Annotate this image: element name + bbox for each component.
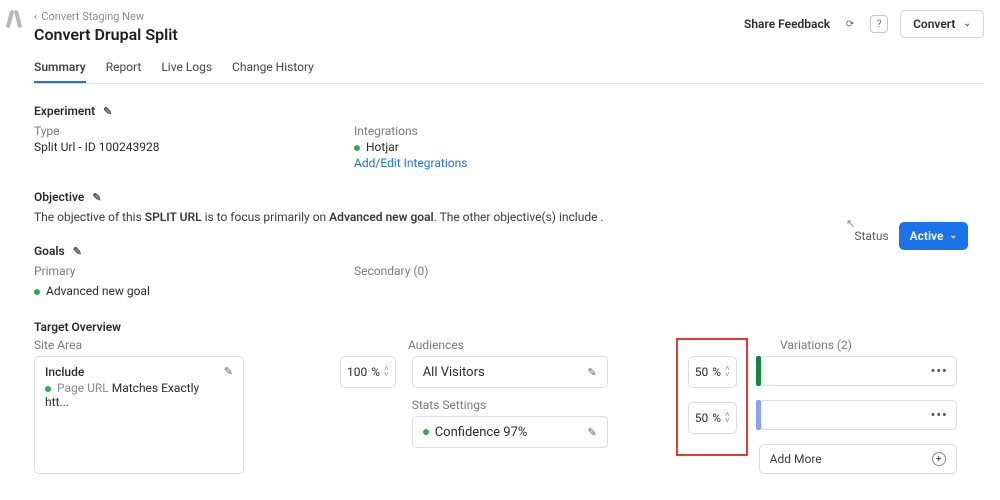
edit-objective-icon[interactable]: ✎ <box>92 191 101 204</box>
variation-card-2[interactable]: ••• <box>759 400 957 430</box>
variation-card-1[interactable]: ••• <box>759 356 957 386</box>
tabbar: Summary Report Live Logs Change History <box>34 60 984 84</box>
tab-report[interactable]: Report <box>106 60 142 83</box>
status-value: Active <box>910 229 944 243</box>
objective-heading: Objective <box>34 190 84 204</box>
tab-change-history[interactable]: Change History <box>232 60 314 83</box>
variation-bar-1 <box>756 356 761 386</box>
convert-dropdown[interactable]: Convert ⌄ <box>900 10 984 38</box>
secondary-label: Secondary (0) <box>354 264 428 278</box>
integrations-label: Integrations <box>354 124 984 138</box>
status-dropdown[interactable]: Active ⌄ <box>899 222 968 250</box>
tab-live-logs[interactable]: Live Logs <box>161 60 212 83</box>
status-dot-icon <box>423 429 429 435</box>
more-icon[interactable]: ••• <box>931 364 948 379</box>
primary-goal: Advanced new goal <box>34 284 354 298</box>
spinner-icon[interactable]: ˄˅ <box>384 366 389 378</box>
page-title: Convert Drupal Split <box>34 25 178 44</box>
highlight-box <box>676 338 748 456</box>
col-site-area: Site Area <box>34 338 408 352</box>
audience-value: All Visitors <box>423 365 485 380</box>
include-rule: Page URL Matches Exactly htt... <box>45 381 224 409</box>
stats-value: Confidence 97% <box>423 425 528 440</box>
goals-heading: Goals <box>34 244 65 258</box>
status-label: Status <box>854 229 888 243</box>
col-audiences: Audiences <box>408 338 680 352</box>
edit-goals-icon[interactable]: ✎ <box>73 245 82 258</box>
status-dot-icon <box>354 145 360 151</box>
add-more-button[interactable]: Add More + <box>759 444 957 474</box>
more-icon[interactable]: ••• <box>931 408 948 423</box>
add-more-label: Add More <box>770 452 822 466</box>
sidebar <box>0 0 28 500</box>
primary-label: Primary <box>34 264 354 278</box>
edit-experiment-icon[interactable]: ✎ <box>103 105 112 118</box>
stats-settings-label: Stats Settings <box>412 398 608 412</box>
chevron-left-icon: ‹ <box>34 10 37 23</box>
help-icon[interactable]: ? <box>870 15 888 33</box>
breadcrumb[interactable]: ‹ Convert Staging New <box>34 10 178 23</box>
traffic-percent-input[interactable]: 100% ˄˅ <box>340 356 396 388</box>
logo-icon <box>5 10 23 32</box>
stats-card[interactable]: Confidence 97% ✎ <box>412 416 608 448</box>
chevron-down-icon: ⌄ <box>949 231 957 241</box>
site-area-card[interactable]: Include Page URL Matches Exactly htt... … <box>34 356 244 474</box>
type-label: Type <box>34 124 354 138</box>
status-dot-icon <box>45 386 51 392</box>
traffic-percent-value: 100 <box>347 365 367 379</box>
refresh-icon[interactable]: ⟳ <box>842 16 858 32</box>
breadcrumb-label: Convert Staging New <box>41 10 144 23</box>
chevron-down-icon: ⌄ <box>963 19 971 29</box>
type-value: Split Url - ID 100243928 <box>34 140 354 154</box>
edit-stats-icon[interactable]: ✎ <box>587 426 596 439</box>
objective-text: The objective of this SPLIT URL is to fo… <box>34 210 984 224</box>
add-edit-integrations-link[interactable]: Add/Edit Integrations <box>354 156 984 170</box>
main-panel: ‹ Convert Staging New Convert Drupal Spl… <box>28 0 1000 500</box>
edit-site-area-icon[interactable]: ✎ <box>224 365 233 378</box>
target-heading: Target Overview <box>34 320 121 334</box>
edit-audience-icon[interactable]: ✎ <box>587 366 596 379</box>
col-variations: Variations (2) <box>780 338 984 352</box>
integrations-value: Hotjar <box>354 140 984 154</box>
audience-card[interactable]: All Visitors ✎ <box>412 356 608 388</box>
share-feedback-link[interactable]: Share Feedback <box>744 17 830 31</box>
plus-icon: + <box>932 452 946 466</box>
status-dot-icon <box>34 289 40 295</box>
tab-summary[interactable]: Summary <box>34 60 86 83</box>
convert-label: Convert <box>913 17 955 31</box>
experiment-heading: Experiment <box>34 104 95 118</box>
include-label: Include <box>45 365 224 379</box>
variation-bar-2 <box>756 400 761 430</box>
